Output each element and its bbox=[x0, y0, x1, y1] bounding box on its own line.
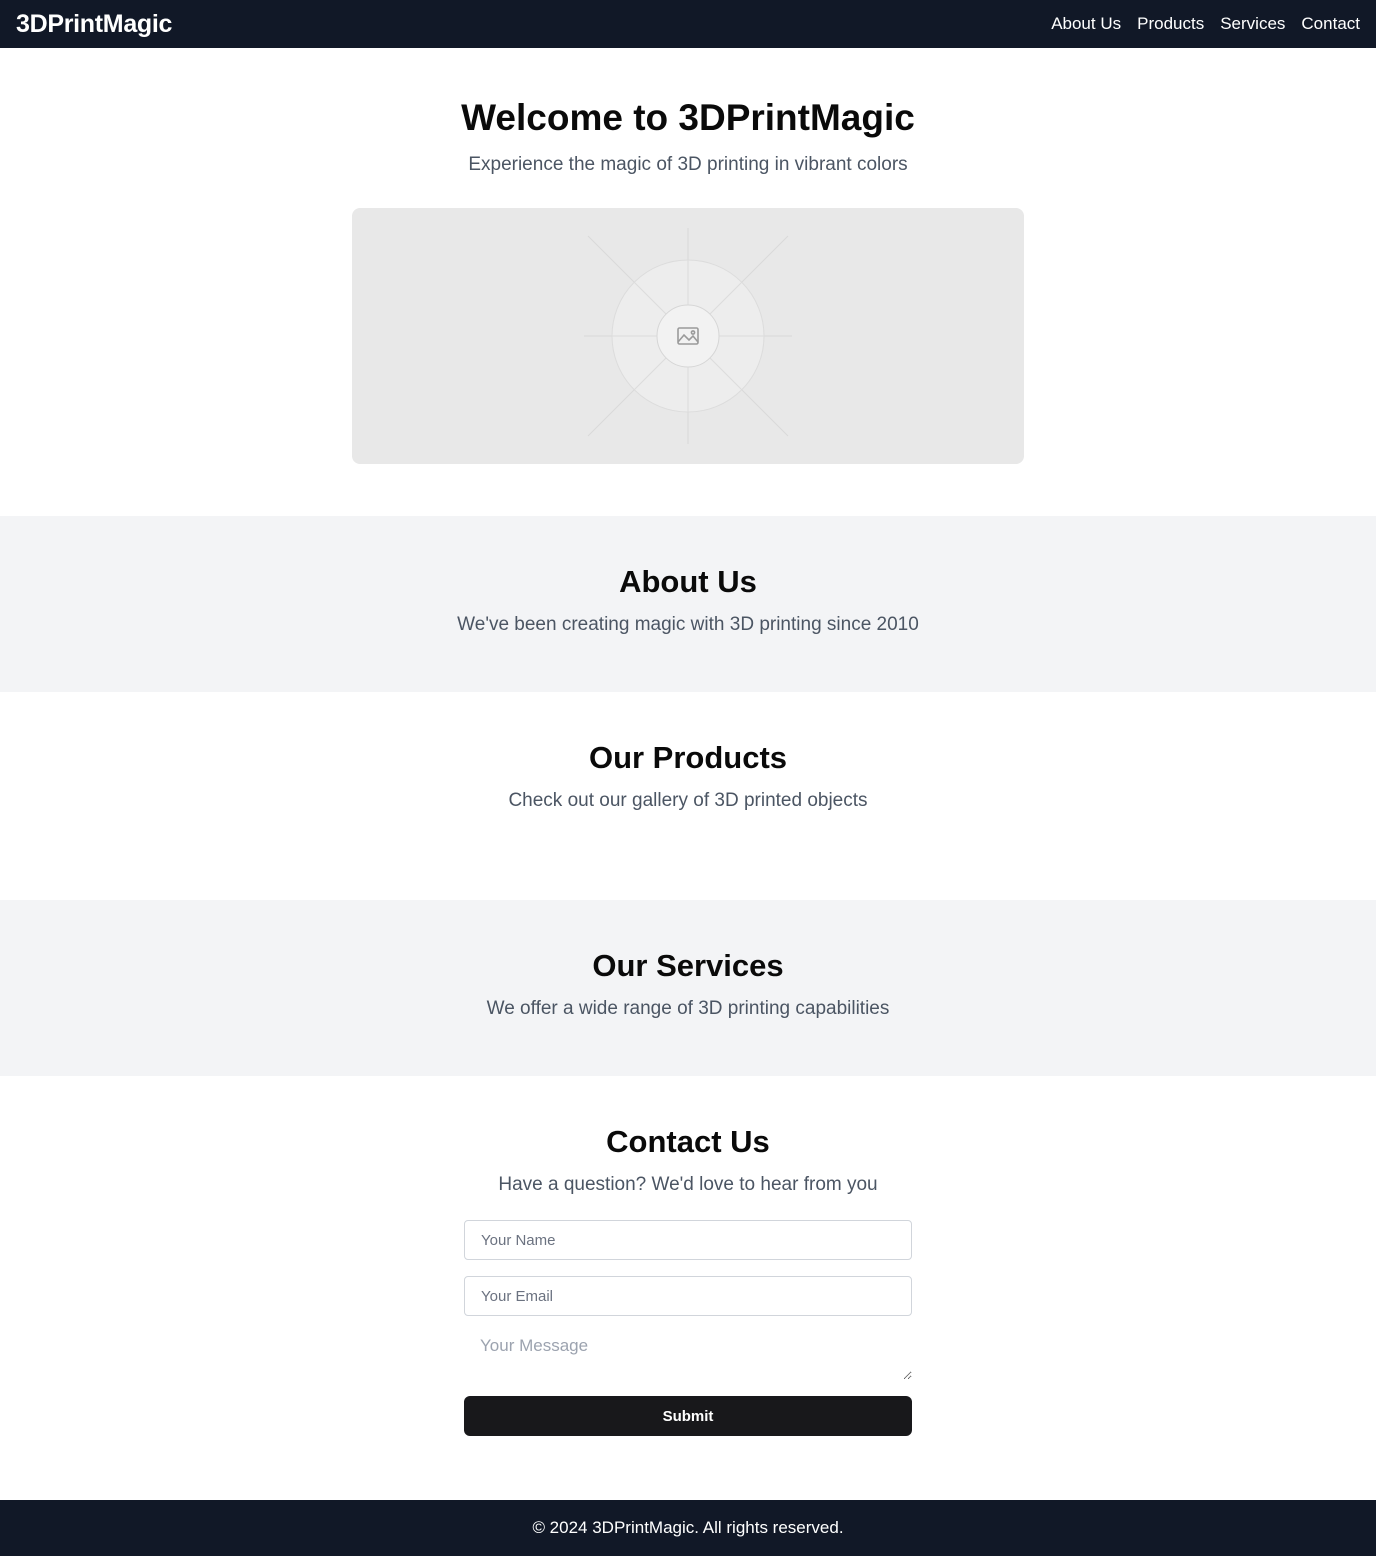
email-input[interactable] bbox=[464, 1276, 912, 1316]
brand-logo[interactable]: 3DPrintMagic bbox=[16, 10, 172, 39]
nav-links: About Us Products Services Contact bbox=[1051, 14, 1360, 34]
about-section: About Us We've been creating magic with … bbox=[0, 516, 1376, 692]
footer-copyright: © 2024 3DPrintMagic. All rights reserved… bbox=[532, 1518, 844, 1537]
placeholder-graphic bbox=[584, 228, 792, 444]
products-section: Our Products Check out our gallery of 3D… bbox=[0, 692, 1376, 900]
about-title: About Us bbox=[619, 564, 757, 599]
about-text: We've been creating magic with 3D printi… bbox=[457, 614, 919, 635]
services-title: Our Services bbox=[592, 948, 784, 983]
hero-subtitle: Experience the magic of 3D printing in v… bbox=[468, 154, 908, 175]
nav-link-contact[interactable]: Contact bbox=[1301, 14, 1360, 34]
products-text: Check out our gallery of 3D printed obje… bbox=[508, 790, 868, 811]
nav-link-products[interactable]: Products bbox=[1137, 14, 1204, 34]
message-textarea[interactable] bbox=[464, 1332, 912, 1380]
nav-link-about[interactable]: About Us bbox=[1051, 14, 1121, 34]
submit-button[interactable]: Submit bbox=[464, 1396, 912, 1436]
services-text: We offer a wide range of 3D printing cap… bbox=[486, 998, 890, 1019]
contact-section: Contact Us Have a question? We'd love to… bbox=[0, 1076, 1376, 1500]
footer: © 2024 3DPrintMagic. All rights reserved… bbox=[0, 1500, 1376, 1556]
name-input[interactable] bbox=[464, 1220, 912, 1260]
navbar: 3DPrintMagic About Us Products Services … bbox=[0, 0, 1376, 48]
services-section: Our Services We offer a wide range of 3D… bbox=[0, 900, 1376, 1076]
contact-text: Have a question? We'd love to hear from … bbox=[498, 1174, 878, 1195]
hero-image-placeholder bbox=[352, 208, 1024, 464]
hero-title: Welcome to 3DPrintMagic bbox=[461, 97, 915, 138]
contact-form: Submit bbox=[464, 1220, 912, 1436]
hero-section: Welcome to 3DPrintMagic Experience the m… bbox=[0, 48, 1376, 516]
nav-link-services[interactable]: Services bbox=[1220, 14, 1285, 34]
contact-title: Contact Us bbox=[606, 1124, 770, 1159]
products-title: Our Products bbox=[588, 740, 788, 775]
